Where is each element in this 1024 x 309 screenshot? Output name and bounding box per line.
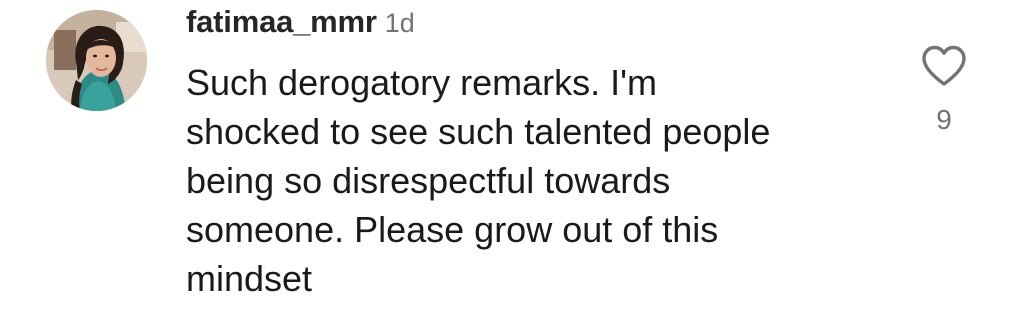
like-button[interactable]	[920, 44, 968, 88]
comment-text-line: someone. Please grow out of this	[186, 209, 719, 250]
avatar[interactable]	[46, 10, 147, 111]
comment-text-line: Such derogatory remarks. I'm	[186, 62, 658, 103]
comment-text-line: being so disrespectful towards	[186, 160, 671, 201]
comment-timestamp: 1d	[384, 8, 415, 38]
comment-item: fatimaa_mmr 1d Such derogatory remarks. I…	[0, 0, 1024, 309]
comment-text-line: shocked to see such talented people	[186, 111, 771, 152]
comment-text: Such derogatory remarks. I'm shocked to …	[186, 58, 886, 303]
heart-outline-icon	[922, 45, 966, 86]
comment-text-line: mindset	[186, 258, 313, 299]
username-link[interactable]: fatimaa_mmr	[186, 4, 377, 39]
avatar-photo	[46, 10, 147, 111]
like-count: 9	[936, 104, 952, 135]
comment-header: fatimaa_mmr 1d	[186, 2, 415, 42]
